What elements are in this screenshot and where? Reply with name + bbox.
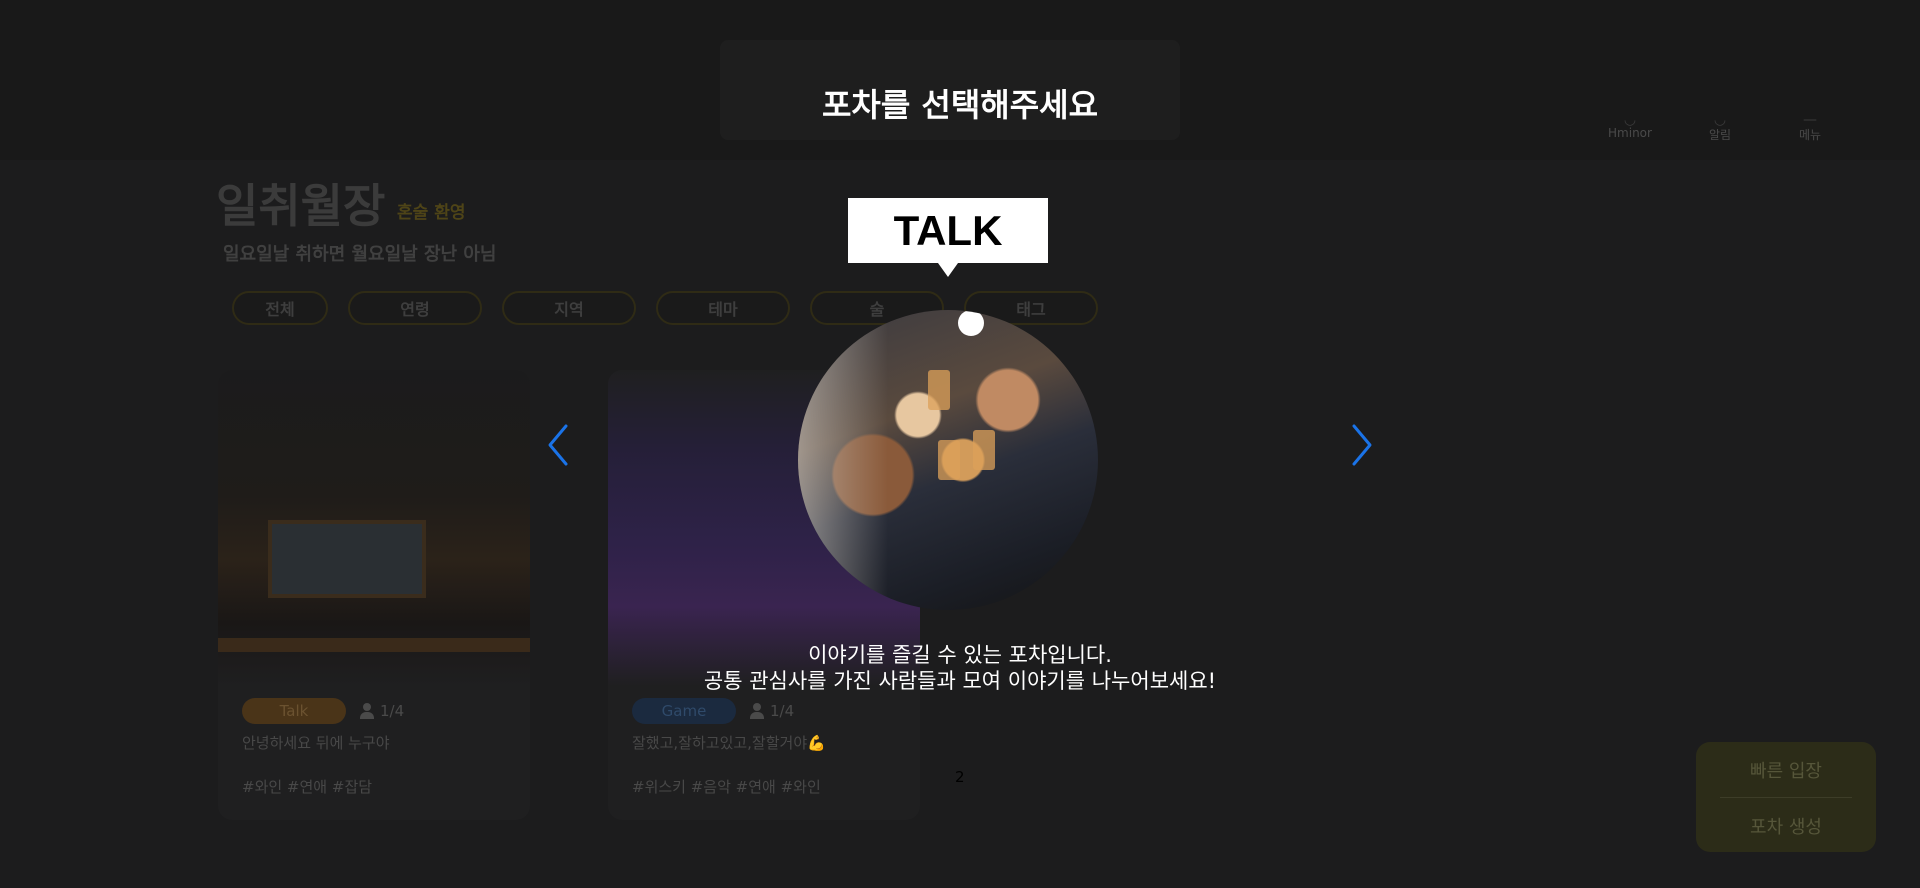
- chevron-right-icon: [1352, 424, 1372, 466]
- room-type-label: TALK: [848, 198, 1048, 277]
- modal-description-line2: 공통 관심사를 가진 사람들과 모여 이야기를 나누어보세요!: [703, 669, 1217, 693]
- photo-detail: [958, 310, 984, 336]
- photo-detail: [938, 440, 960, 480]
- room-type-image[interactable]: [798, 310, 1098, 610]
- room-type-selector: 포차를 선택해주세요 TALK 이야기를 즐길 수 있는 포차입니다. 공통 관…: [0, 0, 1920, 888]
- prev-arrow-button[interactable]: [544, 420, 574, 470]
- photo-detail: [973, 430, 995, 470]
- modal-title: 포차를 선택해주세요: [821, 86, 1099, 124]
- modal-description: 이야기를 즐길 수 있는 포차입니다. 공통 관심사를 가진 사람들과 모여 이…: [0, 642, 1920, 694]
- modal-description-line1: 이야기를 즐길 수 있는 포차입니다.: [808, 643, 1112, 667]
- next-arrow-button[interactable]: [1346, 420, 1376, 470]
- photo-detail: [798, 310, 888, 610]
- chevron-left-icon: [548, 424, 568, 466]
- photo-detail: [928, 370, 950, 410]
